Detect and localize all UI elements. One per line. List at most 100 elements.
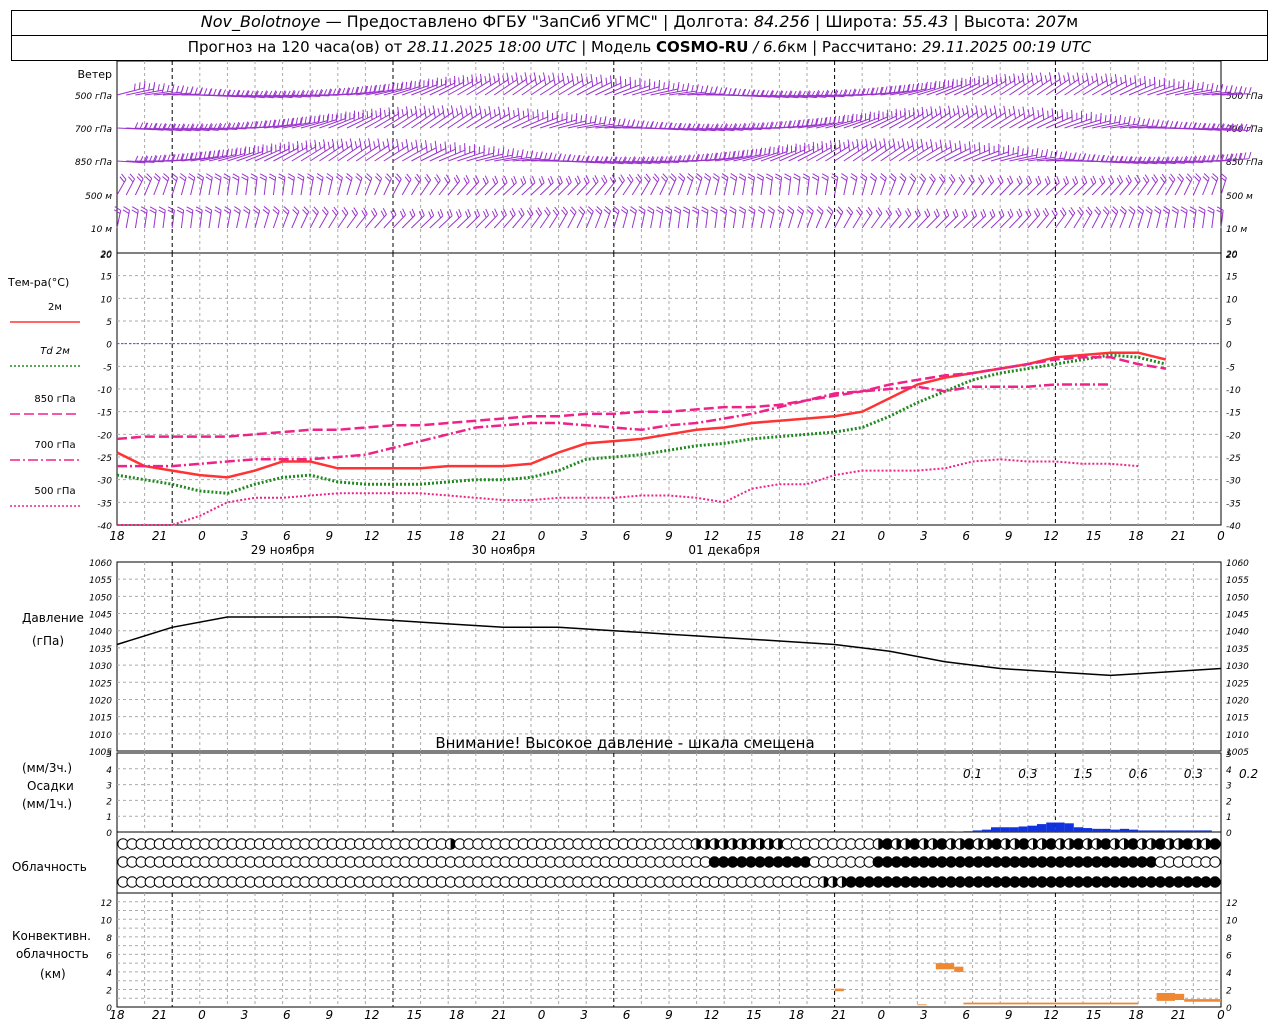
wind-barb bbox=[383, 178, 392, 196]
wind-barb-flag bbox=[503, 109, 506, 117]
wind-barb-flag bbox=[700, 85, 704, 93]
hour-label: 3 bbox=[580, 529, 588, 543]
wind-barb bbox=[594, 211, 603, 229]
wind-barb-flag bbox=[301, 142, 304, 150]
wind-barb-flag bbox=[902, 84, 906, 92]
wind-barb bbox=[898, 178, 907, 196]
wind-barb bbox=[374, 145, 399, 162]
precip-bar bbox=[1000, 827, 1010, 832]
wind-barb bbox=[696, 177, 703, 196]
wind-barb-flag bbox=[774, 176, 782, 181]
wind-barb-flag bbox=[204, 209, 212, 214]
wind-barb-flag bbox=[544, 209, 549, 217]
wind-barb-flag bbox=[816, 209, 823, 215]
hour-label: 9 bbox=[665, 529, 673, 543]
wind-barb-flag bbox=[1160, 120, 1164, 128]
wind-barb-flag bbox=[250, 173, 258, 178]
wind-barb-flag bbox=[783, 176, 791, 181]
wind-barb-flag bbox=[586, 209, 593, 215]
wind-barb-flag bbox=[253, 206, 260, 212]
wind-barb-flag bbox=[356, 173, 363, 179]
wind-barb-flag bbox=[973, 78, 976, 86]
conv-title-1: Конвективн. bbox=[12, 929, 91, 943]
temp-legend-label: 500 гПа bbox=[34, 486, 75, 497]
wind-barb-flag bbox=[279, 146, 281, 154]
wind-barb-flag bbox=[185, 86, 189, 94]
wind-barb-flag bbox=[836, 209, 842, 216]
wind-barb-flag bbox=[783, 120, 787, 128]
precip-bar bbox=[1156, 830, 1166, 832]
wind-barb bbox=[521, 78, 546, 96]
conv-tick-left: 4 bbox=[106, 969, 112, 979]
wind-barb-flag bbox=[891, 111, 893, 119]
wind-barb-flag bbox=[428, 211, 432, 219]
wind-barb-flag bbox=[793, 176, 800, 181]
wind-barb bbox=[558, 80, 583, 96]
wind-barb-flag bbox=[899, 176, 906, 182]
wind-barb-flag bbox=[313, 115, 316, 123]
wind-barb bbox=[374, 214, 387, 229]
wind-barb-flag bbox=[1077, 153, 1082, 161]
wind-barb bbox=[420, 179, 432, 196]
wind-barb-flag bbox=[449, 209, 453, 216]
wind-barb-flag bbox=[1094, 209, 1100, 216]
wind-barb bbox=[346, 144, 371, 162]
wind-barb-flag bbox=[470, 111, 473, 119]
wind-barb-flag bbox=[765, 176, 773, 181]
wind-barb-flag bbox=[1085, 209, 1091, 216]
wind-barb-flag bbox=[1142, 176, 1148, 184]
wind-barb bbox=[558, 212, 568, 229]
wind-barb-flag bbox=[399, 210, 404, 218]
wind-barb-flag bbox=[695, 176, 702, 182]
wind-barb-flag bbox=[648, 82, 651, 90]
wind-barb bbox=[613, 210, 620, 229]
wind-barb-flag bbox=[186, 206, 194, 211]
wind-barb-flag bbox=[712, 176, 719, 182]
wind-barb-flag bbox=[820, 117, 823, 125]
wind-barb-flag bbox=[945, 208, 950, 216]
wind-barb-flag bbox=[1119, 209, 1126, 215]
wind-barb-flag bbox=[608, 117, 612, 125]
hour-label: 15 bbox=[407, 529, 422, 543]
conv-tick-right: 8 bbox=[1226, 934, 1232, 944]
wind-barb-flag bbox=[710, 206, 718, 211]
wind-barb-flag bbox=[382, 208, 387, 215]
wind-barb-flag bbox=[503, 175, 508, 183]
wind-barb-flag bbox=[1207, 206, 1215, 211]
temp-tick-right: 20 bbox=[1226, 250, 1238, 260]
wind-level-label-right: 500 м bbox=[1226, 192, 1253, 202]
wind-barb bbox=[852, 212, 863, 229]
wind-barb-flag bbox=[1118, 117, 1121, 125]
wind-barb-flag bbox=[402, 208, 406, 216]
pressure-tick-left: 1015 bbox=[89, 714, 112, 724]
wind-barb-flag bbox=[847, 206, 854, 213]
wind-barb-flag bbox=[1044, 75, 1048, 83]
wind-barb bbox=[346, 213, 358, 229]
wind-barb-flag bbox=[738, 209, 746, 214]
wind-barb-flag bbox=[1104, 206, 1110, 213]
temp-tick-right: 5 bbox=[1226, 318, 1232, 328]
wind-barb bbox=[843, 212, 854, 229]
wind-barb-flag bbox=[664, 209, 672, 214]
wind-barb-flag bbox=[825, 142, 828, 150]
wind-barb-flag bbox=[188, 176, 195, 182]
wind-barb-flag bbox=[313, 206, 319, 213]
wind-barb-flag bbox=[989, 174, 995, 182]
wind-barb bbox=[815, 211, 824, 229]
precip-total-3h: 0.3 bbox=[1184, 767, 1203, 781]
wind-barb-flag bbox=[1195, 173, 1201, 179]
wind-barb-flag bbox=[662, 173, 668, 180]
precip-tick-right: 4 bbox=[1226, 766, 1232, 776]
precip-total-3h: 1.5 bbox=[1073, 767, 1092, 781]
wind-barb-flag bbox=[846, 209, 852, 216]
precip-unit-3h: (мм/3ч.) bbox=[22, 761, 72, 775]
wind-barb-flag bbox=[1168, 176, 1174, 183]
wind-barb-flag bbox=[520, 178, 524, 186]
wind-barb-flag bbox=[921, 144, 924, 152]
wind-barb-flag bbox=[1044, 178, 1049, 186]
wind-barb-flag bbox=[1018, 109, 1021, 117]
wind-barb-flag bbox=[322, 114, 325, 122]
wind-barb-flag bbox=[1151, 119, 1155, 127]
wind-barb bbox=[291, 211, 300, 229]
wind-barb-flag bbox=[838, 115, 841, 123]
